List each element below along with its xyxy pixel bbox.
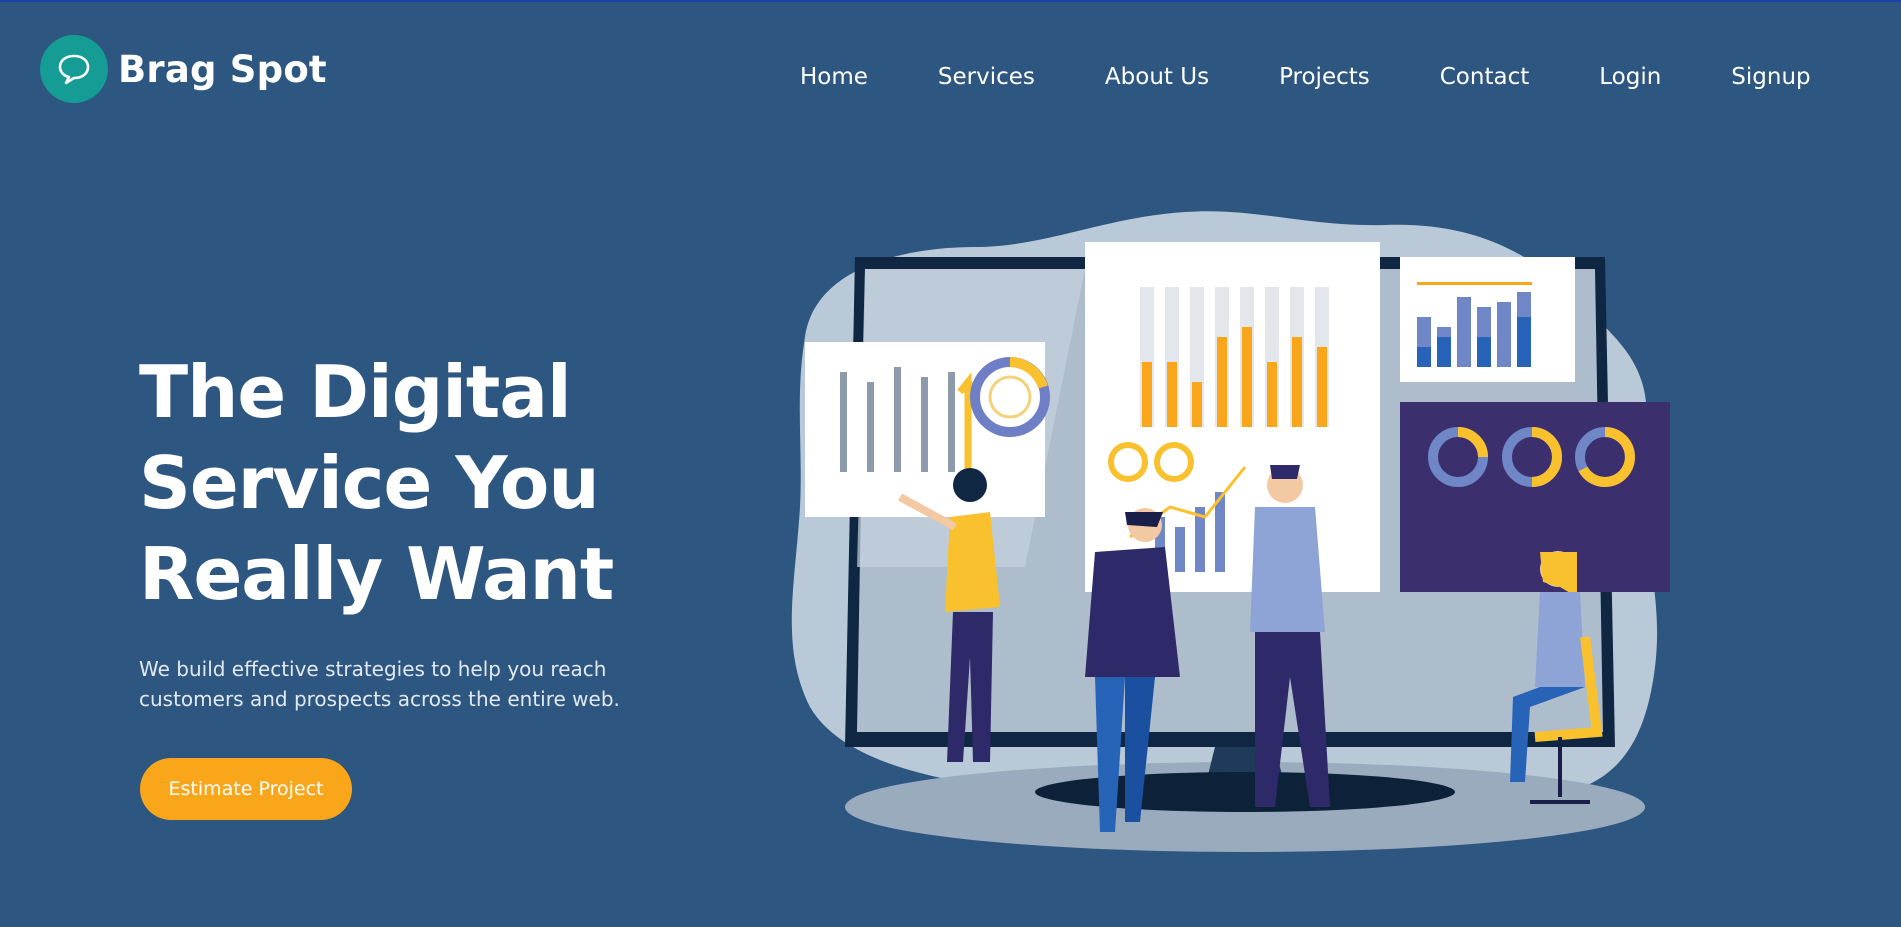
- hero-subtitle: We build effective strategies to help yo…: [139, 657, 620, 711]
- brand-name: Brag Spot: [118, 47, 327, 91]
- nav-services[interactable]: Services: [938, 64, 1035, 90]
- nav-about-us[interactable]: About Us: [1105, 64, 1209, 90]
- estimate-project-button[interactable]: Estimate Project: [140, 758, 352, 820]
- hero-title-line-2: Service You: [139, 441, 600, 525]
- nav-contact[interactable]: Contact: [1440, 64, 1529, 90]
- nav-home[interactable]: Home: [800, 64, 868, 90]
- hero-title: The Digital Service You Really Want: [139, 347, 659, 620]
- brand-logo[interactable]: Brag Spot: [40, 35, 327, 103]
- nav-login[interactable]: Login: [1599, 64, 1661, 90]
- nav-signup[interactable]: Signup: [1731, 64, 1810, 90]
- hero-title-line-1: The Digital: [139, 350, 572, 434]
- main-nav: Home Services About Us Projects Contact …: [800, 64, 1811, 90]
- chat-bubble-icon: [40, 35, 108, 103]
- hero-title-line-3: Really Want: [139, 532, 614, 616]
- nav-projects[interactable]: Projects: [1279, 64, 1370, 90]
- business-analytics-illustration: [785, 207, 1675, 861]
